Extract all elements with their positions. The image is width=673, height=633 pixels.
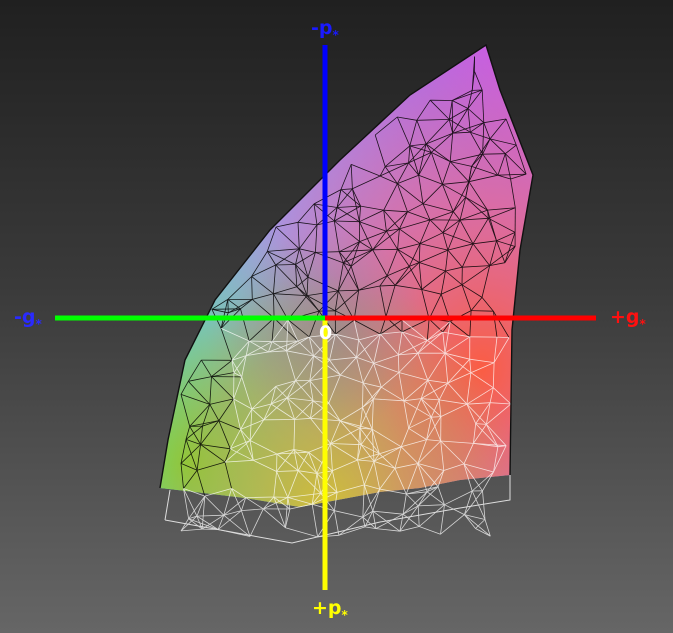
mesh-edge [180,528,203,532]
mesh-edge [241,508,264,511]
mesh-edge [418,504,445,527]
mesh-edge [196,514,224,517]
gamut-viewer[interactable]: -p* +p* -g* +g* 0 [0,0,673,633]
mesh-edge [475,519,486,529]
mesh-edge [419,526,441,535]
origin-label: 0 [319,322,332,344]
gamut-solid [160,45,533,507]
mesh-edge [372,510,404,515]
neg-p-label: -p* [311,17,340,42]
pos-p-label: +p* [312,597,349,622]
mesh-edge [311,504,318,537]
mesh-edge [406,493,419,507]
mesh-edge [372,248,398,251]
mesh-edge [444,504,465,515]
mesh-edge [496,336,510,338]
mesh-edge [275,264,296,266]
mesh-edge [440,514,465,535]
mesh-edge [418,504,445,507]
gamut-plot: -p* +p* -g* +g* 0 [14,17,647,622]
mesh-edge [204,495,225,516]
mesh-edge [417,486,439,507]
mesh-edge [451,100,454,134]
mesh-edge [398,354,400,373]
mesh-edge [285,527,318,538]
mesh-edge [417,505,420,527]
pos-g-label: +g* [610,306,647,331]
mesh-edge [440,504,445,535]
mesh-edge [249,508,264,537]
neg-g-label: -g* [14,306,43,331]
mesh-edge [227,299,229,313]
mesh-edge [338,516,364,536]
mesh-edge [211,308,241,310]
mesh-edge [362,382,364,408]
mesh-edge [482,153,506,155]
mesh-edge [334,510,363,518]
